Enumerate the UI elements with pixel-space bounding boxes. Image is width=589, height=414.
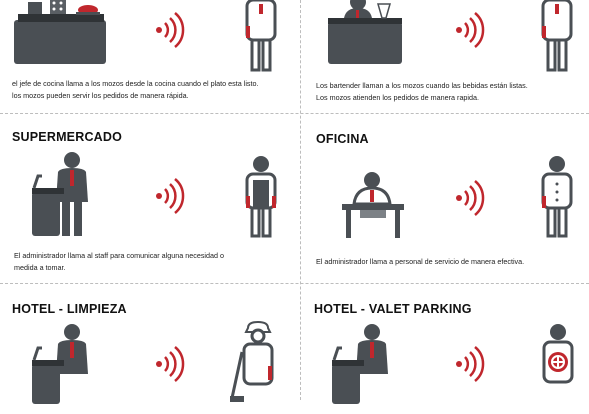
wireless-signal-icon	[456, 12, 485, 48]
waiter-icon	[541, 0, 573, 72]
description-line: Los bartender llaman a los mozos cuando …	[316, 81, 528, 90]
wireless-signal-icon	[456, 346, 485, 382]
panel-description: El administrador llama al staff para com…	[14, 250, 224, 274]
page-title: HOTEL - LIMPIEZA	[12, 302, 127, 316]
chef-at-counter-icon	[14, 0, 106, 64]
description-line: medida a tomar.	[14, 263, 66, 272]
panel-oficina: OFICINA El administrador llama a persona…	[300, 114, 589, 266]
valet-with-steering-wheel-icon	[542, 324, 574, 384]
panel-restaurante: el jefe de cocina llama a los mozos desd…	[0, 0, 300, 130]
service-staff-icon	[541, 156, 573, 238]
description-line: El administrador llama al staff para com…	[14, 251, 225, 260]
panel-supermercado: SUPERMERCADO El administrador llama al s…	[0, 114, 300, 272]
panel-hotel-valet: HOTEL - VALET PARKING	[300, 284, 589, 414]
admin-with-cart-icon	[32, 152, 88, 236]
description-line: Los mozos atienden los pedidos de manera…	[316, 93, 480, 102]
panel-description: el jefe de cocina llama a los mozos desd…	[12, 78, 259, 102]
panel-description: Los bartender llaman a los mozos cuando …	[316, 80, 528, 104]
wireless-signal-icon	[156, 346, 185, 382]
admin-at-desk-icon	[342, 172, 404, 238]
bartender-at-counter-icon	[328, 0, 402, 64]
wireless-signal-icon	[456, 180, 485, 216]
page-title: HOTEL - VALET PARKING	[314, 302, 472, 316]
wireless-signal-icon	[156, 12, 185, 48]
page-title: SUPERMERCADO	[12, 130, 123, 144]
wireless-signal-icon	[156, 178, 185, 214]
panel-hotel-limpieza: HOTEL - LIMPIEZA	[0, 284, 300, 414]
admin-with-cart-icon	[332, 324, 388, 404]
description-line: El administrador llama a personal de ser…	[316, 257, 525, 266]
page-title: OFICINA	[316, 132, 369, 146]
admin-with-cart-icon	[32, 324, 88, 404]
description-line: el jefe de cocina llama a los mozos desd…	[12, 79, 259, 88]
panel-description: El administrador llama a personal de ser…	[316, 256, 524, 268]
panel-bar: Los bartender llaman a los mozos cuando …	[300, 0, 589, 130]
description-line: los mozos pueden servir los pedidos de m…	[12, 91, 189, 100]
waiter-icon	[245, 0, 277, 72]
staff-apron-icon	[245, 156, 277, 238]
housekeeper-with-mop-icon	[230, 320, 274, 402]
